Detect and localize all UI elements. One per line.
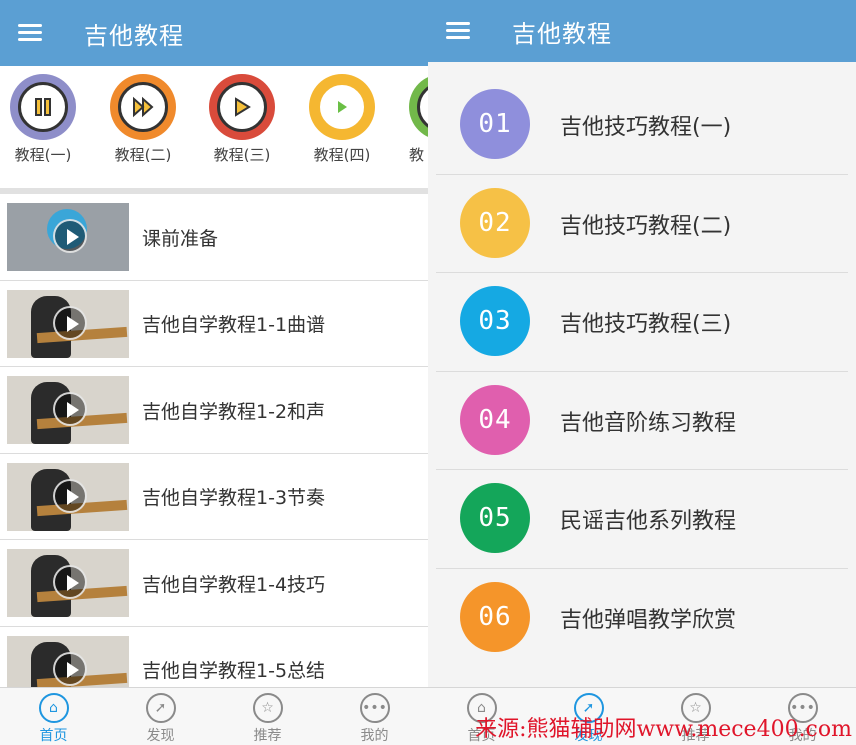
category-ring [10,74,76,140]
page-title: 吉他教程 [84,21,184,50]
number-badge: 04 [460,384,530,455]
tab-label: 我的 [360,728,389,744]
video-thumbnail [7,376,129,444]
play-icon [53,392,87,426]
play-icon [53,565,87,599]
lesson-title: 吉他自学教程1-2和声 [142,400,326,423]
fast-forward-icon [118,82,168,132]
tab-label: 推荐 [253,728,282,744]
course-title: 吉他技巧教程(二) [560,213,732,239]
play-icon [53,478,87,513]
category-item-1[interactable]: 教程(一) [10,74,76,165]
list-item[interactable]: 04 吉他音阶练习教程 [436,372,848,470]
lesson-title: 吉他自学教程1-4技巧 [142,573,326,596]
category-label: 教程(一) [14,146,72,164]
list-item[interactable]: 吉他自学教程1-1曲谱 [0,281,428,367]
list-item[interactable]: 01 吉他技巧教程(一) [436,76,848,175]
course-title: 吉他技巧教程(三) [560,312,732,337]
menu-icon[interactable] [18,24,42,42]
tab-home[interactable]: ⌂ 首页 [0,688,107,745]
video-thumbnail [7,462,129,531]
pause-icon [18,82,68,132]
play-icon [53,305,87,340]
list-item[interactable]: 02 吉他技巧教程(二) [436,175,848,273]
list-item[interactable]: 03 吉他技巧教程(三) [436,273,848,372]
tab-label: 发现 [146,728,175,744]
more-icon: ••• [359,693,390,723]
compass-icon: ➚ [145,693,176,723]
lesson-list: 课前准备 吉他自学教程1-1曲谱 吉他自学教程1-2和声 吉他自学教程1-3节奏… [0,194,428,713]
watermark: 来源:熊猫辅助网www.mece400.com [475,717,852,742]
left-screen: 吉他教程 教程(一) 教程(二) 教程(三) 教程(四) 教 课前准备 吉他自学… [0,0,428,745]
course-title: 民谣吉他系列教程 [560,509,737,534]
lesson-title: 课前准备 [142,227,219,250]
category-ring [309,74,375,140]
menu-icon[interactable] [446,22,470,40]
list-item[interactable]: 吉他自学教程1-3节奏 [0,454,428,540]
category-ring [209,74,275,140]
category-item-3[interactable]: 教程(三) [209,74,275,165]
list-item[interactable]: 吉他自学教程1-4技巧 [0,540,428,627]
video-thumbnail [7,549,129,617]
number-badge: 02 [460,187,530,258]
category-ring [409,74,428,140]
number-badge: 03 [460,286,530,356]
course-title: 吉他音阶练习教程 [560,410,737,436]
category-row: 教程(一) 教程(二) 教程(三) 教程(四) 教 [0,66,428,188]
category-item-5[interactable]: 教 [409,74,428,165]
play-icon [217,82,267,132]
list-item[interactable]: 05 民谣吉他系列教程 [436,470,848,569]
course-list: 01 吉他技巧教程(一) 02 吉他技巧教程(二) 03 吉他技巧教程(三) 0… [436,76,848,667]
play-icon [53,219,87,253]
list-item[interactable]: 06 吉他弹唱教学欣赏 [436,569,848,668]
category-label: 教程(四) [313,146,371,164]
lesson-title: 吉他自学教程1-1曲谱 [142,314,326,336]
number-badge: 05 [460,483,530,553]
course-title: 吉他弹唱教学欣赏 [560,607,737,633]
category-item-4[interactable]: 教程(四) [309,74,375,165]
top-bar: 吉他教程 [428,0,856,62]
bottom-tab-bar: ⌂ 首页 ➚ 发现 ☆ 推荐 ••• 我的 [0,687,428,745]
list-item[interactable]: 课前准备 [0,194,428,281]
top-bar: 吉他教程 [0,0,428,66]
play-icon [53,651,87,686]
number-badge: 06 [460,581,530,652]
category-label: 教程(二) [114,146,172,164]
category-label: 教 [409,146,425,164]
lesson-title: 吉他自学教程1-3节奏 [142,487,326,509]
play-icon [417,82,428,132]
star-icon: ☆ [252,693,283,723]
category-ring [110,74,176,140]
course-title: 吉他技巧教程(一) [560,115,732,140]
number-badge: 01 [460,89,530,159]
tab-label: 首页 [39,728,68,744]
tab-recommend[interactable]: ☆ 推荐 [214,688,321,745]
list-item[interactable]: 吉他自学教程1-2和声 [0,367,428,454]
category-item-2[interactable]: 教程(二) [110,74,176,165]
tab-mine[interactable]: ••• 我的 [321,688,428,745]
video-thumbnail [7,203,129,271]
home-icon: ⌂ [38,693,69,723]
play-icon [317,82,367,132]
right-screen: 吉他教程 01 吉他技巧教程(一) 02 吉他技巧教程(二) 03 吉他技巧教程… [428,0,856,745]
category-label: 教程(三) [213,146,271,164]
video-thumbnail [7,289,129,358]
page-title: 吉他教程 [512,19,612,48]
tab-discover[interactable]: ➚ 发现 [107,688,214,745]
